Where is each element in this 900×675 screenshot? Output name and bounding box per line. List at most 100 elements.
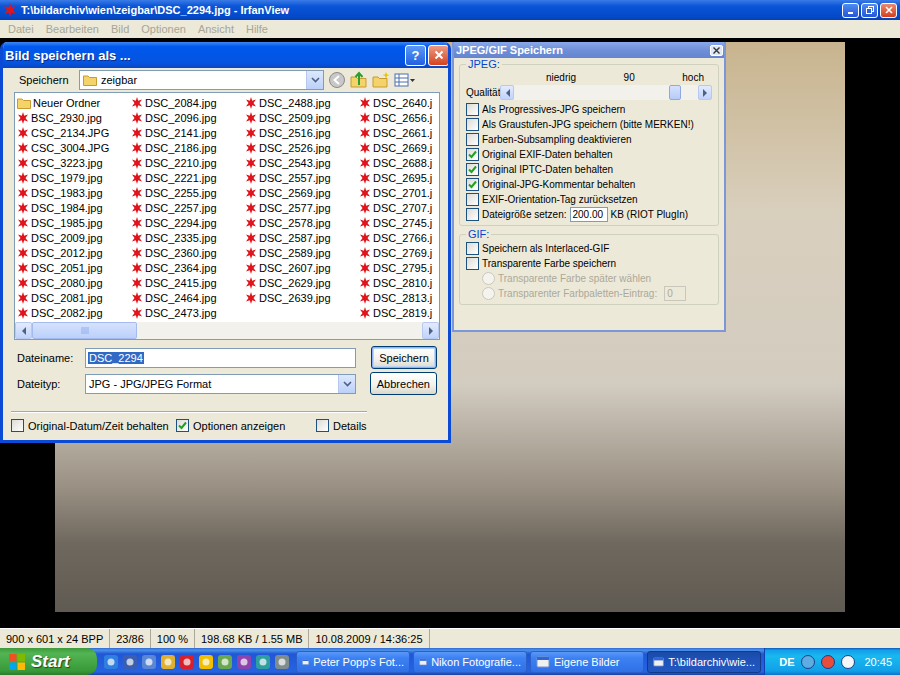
- file-item[interactable]: DSC_2473.jpg: [131, 305, 245, 320]
- file-item[interactable]: Neuer Ordner: [17, 95, 131, 110]
- file-item[interactable]: DSC_2509.jpg: [245, 110, 359, 125]
- folder-up-icon[interactable]: [350, 71, 368, 89]
- checkbox[interactable]: [466, 242, 479, 255]
- file-item[interactable]: DSC_2084.jpg: [131, 95, 245, 110]
- taskbar-button[interactable]: Peter Popp's Fot...: [296, 651, 410, 673]
- radio-button[interactable]: [482, 287, 495, 300]
- checkbox[interactable]: [466, 163, 479, 176]
- tool-icon[interactable]: [274, 654, 290, 670]
- filetype-dropdown[interactable]: JPG - JPG/JPEG Format: [85, 374, 356, 394]
- checkbox[interactable]: [466, 133, 479, 146]
- file-item[interactable]: DSC_2051.jpg: [17, 260, 131, 275]
- file-item[interactable]: DSC_2081.jpg: [17, 290, 131, 305]
- option-checkbox[interactable]: Optionen anzeigen: [176, 419, 316, 432]
- file-item[interactable]: DSC_2701.j: [359, 185, 439, 200]
- checkbox[interactable]: [316, 419, 329, 432]
- close-button[interactable]: [710, 45, 723, 56]
- file-item[interactable]: DSC_2488.jpg: [245, 95, 359, 110]
- file-item[interactable]: DSC_2364.jpg: [131, 260, 245, 275]
- dropdown-button[interactable]: [306, 71, 323, 89]
- file-item[interactable]: DSC_2688.j: [359, 155, 439, 170]
- file-item[interactable]: DSC_1979.jpg: [17, 170, 131, 185]
- file-item[interactable]: DSC_2141.jpg: [131, 125, 245, 140]
- file-item[interactable]: DSC_2578.jpg: [245, 215, 359, 230]
- internet-explorer-icon[interactable]: [103, 654, 119, 670]
- file-item[interactable]: DSC_2080.jpg: [17, 275, 131, 290]
- file-item[interactable]: DSC_2640.j: [359, 95, 439, 110]
- network-tray-icon[interactable]: [800, 654, 816, 670]
- gif-option[interactable]: Transparente Farbe später wählen: [466, 271, 712, 285]
- cancel-button[interactable]: Abbrechen: [370, 372, 437, 395]
- scroll-right-button[interactable]: [422, 322, 439, 339]
- checkbox[interactable]: [11, 419, 24, 432]
- location-dropdown[interactable]: zeigbar: [79, 70, 324, 90]
- file-item[interactable]: DSC_2661.j: [359, 125, 439, 140]
- file-item[interactable]: DSC_2415.jpg: [131, 275, 245, 290]
- maximize-button[interactable]: [861, 3, 878, 18]
- option-checkbox[interactable]: Details: [316, 419, 448, 432]
- taskbar-button[interactable]: T:\bildarchiv\wie...: [647, 651, 761, 673]
- file-item[interactable]: DSC_2543.jpg: [245, 155, 359, 170]
- file-item[interactable]: DSC_2669.j: [359, 140, 439, 155]
- menu-item[interactable]: Bild: [105, 23, 135, 35]
- file-item[interactable]: DSC_1983.jpg: [17, 185, 131, 200]
- file-item[interactable]: DSC_1984.jpg: [17, 200, 131, 215]
- file-item[interactable]: DSC_2795.j: [359, 260, 439, 275]
- menu-item[interactable]: Bearbeiten: [40, 23, 105, 35]
- file-item[interactable]: DSC_2255.jpg: [131, 185, 245, 200]
- nikon-icon[interactable]: [198, 654, 214, 670]
- new-folder-icon[interactable]: [372, 71, 390, 89]
- file-item[interactable]: DSC_2557.jpg: [245, 170, 359, 185]
- checkbox[interactable]: [466, 257, 479, 270]
- file-item[interactable]: DSC_2577.jpg: [245, 200, 359, 215]
- quality-decrease-button[interactable]: [500, 85, 514, 100]
- file-item[interactable]: DSC_2707.j: [359, 200, 439, 215]
- file-item[interactable]: DSC_2257.jpg: [131, 200, 245, 215]
- file-item[interactable]: DSC_2210.jpg: [131, 155, 245, 170]
- file-item[interactable]: DSC_2360.jpg: [131, 245, 245, 260]
- file-item[interactable]: BSC_2930.jpg: [17, 110, 131, 125]
- volume-tray-icon[interactable]: [840, 654, 856, 670]
- file-item[interactable]: DSC_2464.jpg: [131, 290, 245, 305]
- jpeg-option[interactable]: EXIF-Orientation-Tag zurücksetzen: [466, 192, 712, 206]
- scroll-left-button[interactable]: [15, 322, 32, 339]
- menu-item[interactable]: Optionen: [135, 23, 192, 35]
- horizontal-scrollbar[interactable]: [15, 322, 439, 339]
- file-item[interactable]: DSC_2186.jpg: [131, 140, 245, 155]
- file-item[interactable]: DSC_2607.jpg: [245, 260, 359, 275]
- file-item[interactable]: DSC_2587.jpg: [245, 230, 359, 245]
- file-item[interactable]: CSC_3004.JPG: [17, 140, 131, 155]
- back-icon[interactable]: [328, 71, 346, 89]
- security-tray-icon[interactable]: [820, 654, 836, 670]
- help-button[interactable]: ?: [405, 45, 426, 66]
- palette-index-input[interactable]: 0: [664, 286, 686, 301]
- file-item[interactable]: DSC_2819.j: [359, 305, 439, 320]
- language-indicator[interactable]: DE: [777, 656, 796, 668]
- checkbox[interactable]: [466, 148, 479, 161]
- file-item[interactable]: DSC_2639.jpg: [245, 290, 359, 305]
- file-item[interactable]: DSC_2294.jpg: [131, 215, 245, 230]
- checkbox[interactable]: [466, 208, 479, 221]
- file-item[interactable]: DSC_2082.jpg: [17, 305, 131, 320]
- file-item[interactable]: DSC_2745.j: [359, 215, 439, 230]
- checkbox[interactable]: [466, 103, 479, 116]
- view-menu-icon[interactable]: [394, 71, 416, 89]
- menu-item[interactable]: Datei: [2, 23, 40, 35]
- jpeg-option[interactable]: Original EXIF-Daten behalten: [466, 147, 712, 161]
- file-item[interactable]: DSC_2810.j: [359, 275, 439, 290]
- file-item[interactable]: DSC_2012.jpg: [17, 245, 131, 260]
- file-item[interactable]: CSC_2134.JPG: [17, 125, 131, 140]
- file-item[interactable]: DSC_2516.jpg: [245, 125, 359, 140]
- checkbox[interactable]: [466, 178, 479, 191]
- filesize-input[interactable]: 200.00: [570, 207, 608, 222]
- jpeg-option[interactable]: Farben-Subsampling deaktivieren: [466, 132, 712, 146]
- minimize-button[interactable]: [842, 3, 859, 18]
- file-item[interactable]: DSC_2656.j: [359, 110, 439, 125]
- checkbox[interactable]: [466, 118, 479, 131]
- file-item[interactable]: DSC_2695.j: [359, 170, 439, 185]
- filename-input[interactable]: DSC_2294: [85, 348, 356, 368]
- checkbox[interactable]: [176, 419, 189, 432]
- file-item[interactable]: DSC_2526.jpg: [245, 140, 359, 155]
- network-icon[interactable]: [255, 654, 271, 670]
- jpeg-option[interactable]: Original-JPG-Kommentar behalten: [466, 177, 712, 191]
